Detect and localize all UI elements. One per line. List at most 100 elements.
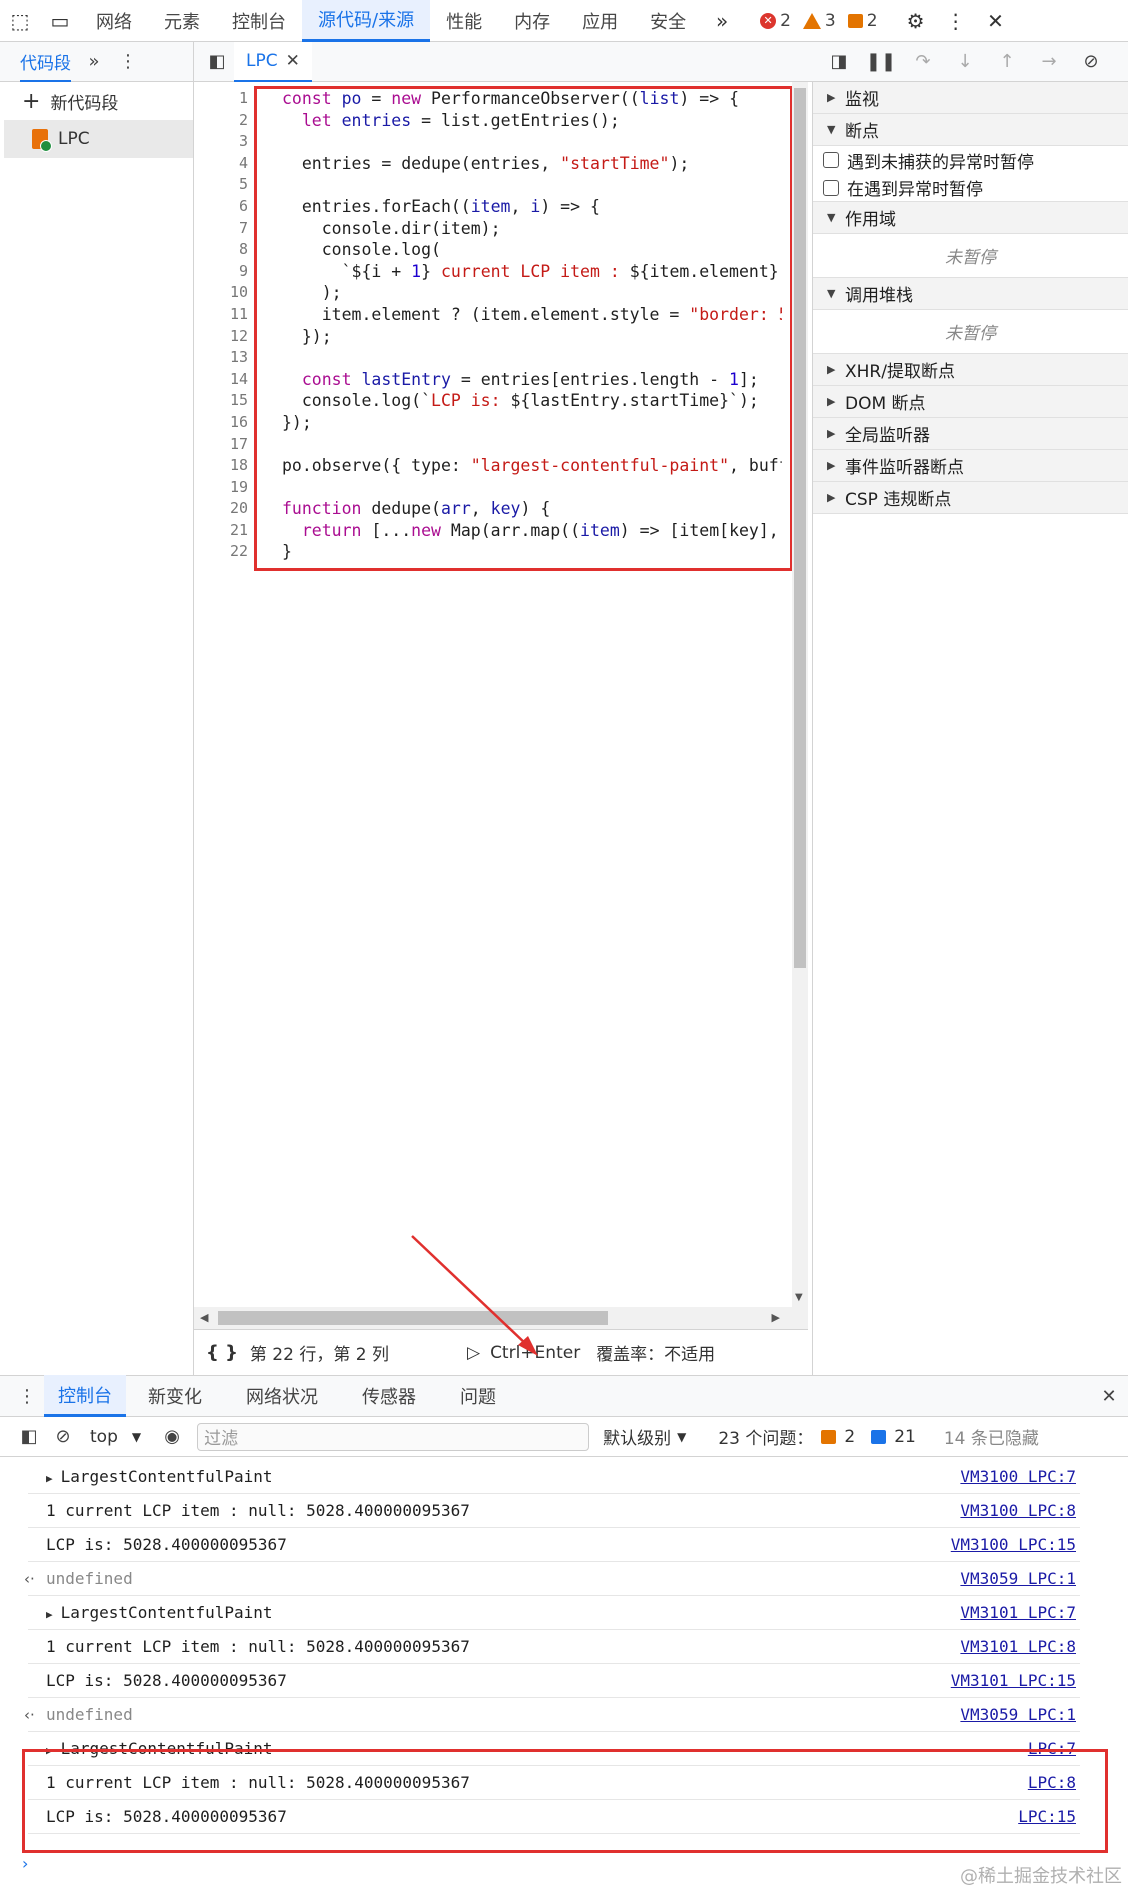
pause-uncaught-checkbox[interactable]: 遇到未捕获的异常时暂停 bbox=[813, 146, 1128, 174]
line-number[interactable]: 16 bbox=[194, 412, 248, 434]
kebab-menu-icon[interactable]: ⋮ bbox=[111, 45, 145, 79]
source-link[interactable]: VM3059 LPC:1 bbox=[960, 1705, 1076, 1724]
console-row[interactable]: ▶ LargestContentfulPaint VM3101 LPC:7 bbox=[28, 1596, 1080, 1630]
run-snippet-button[interactable]: ▷ Ctrl+Enter bbox=[467, 1343, 580, 1363]
log-level-select[interactable]: 默认级别 ▼ bbox=[603, 1424, 686, 1449]
toggle-debugger-icon[interactable]: ◨ bbox=[822, 45, 856, 79]
console-row[interactable]: LCP is: 5028.400000095367 VM3101 LPC:15 bbox=[28, 1664, 1080, 1698]
source-link[interactable]: VM3101 LPC:8 bbox=[960, 1637, 1076, 1656]
pretty-print-icon[interactable]: { } bbox=[206, 1342, 238, 1363]
snippet-item-lpc[interactable]: LPC bbox=[4, 120, 193, 158]
section-event-listener-breakpoints[interactable]: ▶ 事件监听器断点 bbox=[813, 450, 1128, 482]
source-link[interactable]: VM3100 LPC:7 bbox=[960, 1467, 1076, 1486]
step-icon[interactable]: → bbox=[1032, 45, 1066, 79]
step-over-icon[interactable]: ↷ bbox=[906, 45, 940, 79]
section-breakpoints[interactable]: ▼ 断点 bbox=[813, 114, 1128, 146]
line-number[interactable]: 14 bbox=[194, 369, 248, 391]
editor-vertical-scrollbar[interactable]: ▼ bbox=[792, 82, 808, 1307]
expand-object-icon[interactable]: ▶ bbox=[46, 1472, 53, 1485]
source-link[interactable]: VM3100 LPC:8 bbox=[960, 1501, 1076, 1520]
tab-console[interactable]: 控制台 bbox=[216, 0, 302, 42]
line-number[interactable]: 1 bbox=[194, 88, 248, 110]
line-number[interactable]: 20 bbox=[194, 498, 248, 520]
console-row[interactable]: LCP is: 5028.400000095367 VM3100 LPC:15 bbox=[28, 1528, 1080, 1562]
line-number[interactable]: 17 bbox=[194, 434, 248, 456]
editor-tab-lpc[interactable]: LPC ✕ bbox=[234, 41, 312, 82]
drawer-tab-console[interactable]: 控制台 bbox=[44, 1375, 126, 1417]
more-tabs-icon[interactable]: » bbox=[702, 0, 742, 42]
new-snippet-button[interactable]: + 新代码段 bbox=[4, 82, 193, 120]
line-number[interactable]: 19 bbox=[194, 477, 248, 499]
drawer-tab-changes[interactable]: 新变化 bbox=[126, 1375, 224, 1417]
device-toolbar-icon[interactable]: ▭ bbox=[40, 0, 80, 42]
console-row[interactable]: ▶ LargestContentfulPaint VM3100 LPC:7 bbox=[28, 1460, 1080, 1494]
line-number[interactable]: 7 bbox=[194, 218, 248, 240]
tab-application[interactable]: 应用 bbox=[566, 0, 634, 42]
drawer-tab-network-conditions[interactable]: 网络状况 bbox=[224, 1375, 340, 1417]
line-number[interactable]: 22 bbox=[194, 541, 248, 563]
context-selector[interactable]: top ▼ bbox=[90, 1427, 141, 1447]
line-number[interactable]: 6 bbox=[194, 196, 248, 218]
source-link[interactable]: VM3100 LPC:15 bbox=[951, 1535, 1076, 1554]
kebab-menu-icon[interactable]: ⋮ bbox=[936, 0, 976, 42]
line-number[interactable]: 4 bbox=[194, 153, 248, 175]
console-row[interactable]: ‹· undefined VM3059 LPC:1 bbox=[24, 1698, 1080, 1732]
line-number[interactable]: 3 bbox=[194, 131, 248, 153]
source-link[interactable]: VM3059 LPC:1 bbox=[960, 1569, 1076, 1588]
console-row[interactable]: 1 current LCP item : null: 5028.40000009… bbox=[28, 1630, 1080, 1664]
close-icon[interactable]: ✕ bbox=[976, 0, 1016, 42]
console-row[interactable]: 1 current LCP item : null: 5028.40000009… bbox=[28, 1494, 1080, 1528]
tab-network[interactable]: 网络 bbox=[80, 0, 148, 42]
line-number[interactable]: 8 bbox=[194, 239, 248, 261]
source-link[interactable]: VM3101 LPC:15 bbox=[951, 1671, 1076, 1690]
pause-icon[interactable]: ❚❚ bbox=[864, 45, 898, 79]
line-number[interactable]: 2 bbox=[194, 110, 248, 132]
issues-summary[interactable]: 23 个问题： 2 21 bbox=[718, 1424, 916, 1450]
line-number[interactable]: 21 bbox=[194, 520, 248, 542]
section-global-listeners[interactable]: ▶ 全局监听器 bbox=[813, 418, 1128, 450]
more-tabs-icon[interactable]: » bbox=[77, 45, 111, 79]
console-row[interactable]: ‹· undefined VM3059 LPC:1 bbox=[24, 1562, 1080, 1596]
close-drawer-icon[interactable]: ✕ bbox=[1092, 1379, 1126, 1413]
section-scope[interactable]: ▼ 作用域 bbox=[813, 202, 1128, 234]
tab-memory[interactable]: 内存 bbox=[498, 0, 566, 42]
line-number[interactable]: 12 bbox=[194, 326, 248, 348]
drawer-tab-issues[interactable]: 问题 bbox=[438, 1375, 518, 1417]
settings-gear-icon[interactable]: ⚙ bbox=[896, 0, 936, 42]
issue-counters[interactable]: ✕ 2 3 2 bbox=[760, 11, 878, 31]
step-into-icon[interactable]: ↓ bbox=[948, 45, 982, 79]
line-number[interactable]: 5 bbox=[194, 174, 248, 196]
line-number[interactable]: 10 bbox=[194, 282, 248, 304]
console-sidebar-icon[interactable]: ◧ bbox=[12, 1420, 46, 1454]
line-number[interactable]: 13 bbox=[194, 347, 248, 369]
drawer-tab-sensors[interactable]: 传感器 bbox=[340, 1375, 438, 1417]
tab-snippets[interactable]: 代码段 bbox=[20, 41, 71, 82]
source-link[interactable]: VM3101 LPC:7 bbox=[960, 1603, 1076, 1622]
pause-caught-checkbox[interactable]: 在遇到异常时暂停 bbox=[813, 174, 1128, 202]
editor-horizontal-scrollbar[interactable]: ◀ ▶ bbox=[194, 1307, 808, 1329]
line-number[interactable]: 15 bbox=[194, 390, 248, 412]
section-dom-breakpoints[interactable]: ▶ DOM 断点 bbox=[813, 386, 1128, 418]
tab-security[interactable]: 安全 bbox=[634, 0, 702, 42]
drawer-menu-icon[interactable]: ⋮ bbox=[10, 1379, 44, 1413]
line-number[interactable]: 11 bbox=[194, 304, 248, 326]
close-tab-icon[interactable]: ✕ bbox=[286, 51, 300, 71]
section-call-stack[interactable]: ▼ 调用堆栈 bbox=[813, 278, 1128, 310]
line-number[interactable]: 9 bbox=[194, 261, 248, 283]
tab-performance[interactable]: 性能 bbox=[430, 0, 498, 42]
tab-sources[interactable]: 源代码/来源 bbox=[302, 0, 431, 42]
clear-console-icon[interactable]: ⊘ bbox=[46, 1420, 80, 1454]
line-number[interactable]: 18 bbox=[194, 455, 248, 477]
expand-object-icon[interactable]: ▶ bbox=[46, 1608, 53, 1621]
section-watch[interactable]: ▶ 监视 bbox=[813, 82, 1128, 114]
inspect-element-icon[interactable]: ⬚ bbox=[0, 0, 40, 42]
deactivate-breakpoints-icon[interactable]: ⊘ bbox=[1074, 45, 1108, 79]
step-out-icon[interactable]: ↑ bbox=[990, 45, 1024, 79]
section-xhr-breakpoints[interactable]: ▶ XHR/提取断点 bbox=[813, 354, 1128, 386]
console-filter-input[interactable]: 过滤 bbox=[197, 1422, 590, 1451]
console-prompt[interactable]: › bbox=[22, 1854, 28, 1873]
toggle-navigator-icon[interactable]: ◧ bbox=[200, 45, 234, 79]
section-csp-breakpoints[interactable]: ▶ CSP 违规断点 bbox=[813, 482, 1128, 514]
live-expression-eye-icon[interactable]: ◉ bbox=[155, 1420, 189, 1454]
tab-elements[interactable]: 元素 bbox=[148, 0, 216, 42]
